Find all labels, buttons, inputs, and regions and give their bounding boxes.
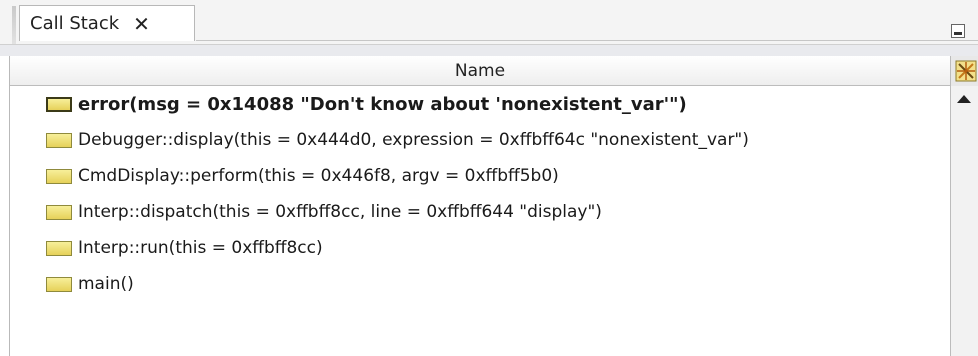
call-stack-list: error(msg = 0x14088 "Don't know about 'n… [10,86,950,356]
column-chooser-icon [955,60,977,82]
stack-frame-row[interactable]: Interp::dispatch(this = 0xffbff8cc, line… [10,194,950,230]
stack-frame-icon [46,276,72,292]
close-icon[interactable]: ✕ [133,14,150,34]
stack-frame-row[interactable]: Debugger::display(this = 0x444d0, expres… [10,122,950,158]
panel-top-strip [0,44,978,56]
stack-frame-icon [46,204,72,220]
vertical-scrollbar[interactable] [950,86,978,356]
stack-frame-label: Debugger::display(this = 0x444d0, expres… [78,130,749,150]
tab-divider [196,40,978,41]
stack-frame-row[interactable]: Interp::run(this = 0xffbff8cc) [10,230,950,266]
stack-frame-row[interactable]: CmdDisplay::perform(this = 0x446f8, argv… [10,158,950,194]
column-chooser-button[interactable] [950,56,978,86]
stack-frame-label: CmdDisplay::perform(this = 0x446f8, argv… [78,166,559,186]
stack-frame-label: Interp::run(this = 0xffbff8cc) [78,238,323,258]
scroll-up-arrow-icon[interactable] [954,90,974,108]
stack-frame-icon [46,168,72,184]
tab-label: Call Stack [30,13,120,34]
stack-frame-label: main() [78,274,134,294]
stack-frame-icon [46,240,72,256]
stack-frame-label: Interp::dispatch(this = 0xffbff8cc, line… [78,202,602,222]
stack-frame-label: error(msg = 0x14088 "Don't know about 'n… [78,93,687,115]
minimize-window-button[interactable] [951,24,965,38]
stack-frame-icon [46,96,72,112]
stack-frame-row-current[interactable]: error(msg = 0x14088 "Don't know about 'n… [10,86,950,122]
column-header-name[interactable]: Name [10,56,950,86]
stack-frame-row[interactable]: main() [10,266,950,302]
column-header-label: Name [454,60,506,81]
tab-bar: Call Stack ✕ [0,0,978,44]
stack-frame-icon [46,132,72,148]
tab-bar-edge [12,6,16,44]
tab-call-stack[interactable]: Call Stack ✕ [19,5,195,41]
